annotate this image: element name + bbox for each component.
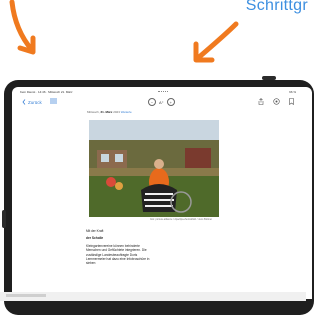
bookmark-icon[interactable] — [289, 98, 294, 106]
article-paragraph: Kleingartenvereine können behinderte Men… — [86, 243, 150, 266]
article-body: Mit der Kraft der Scholle Kleingartenver… — [86, 229, 154, 269]
text-size-label: A⁺ — [159, 99, 164, 105]
date-suffix: 2023 — [113, 110, 120, 114]
bottom-strip — [0, 292, 306, 301]
article-photo — [89, 120, 219, 217]
battery-text: 96 % — [289, 90, 296, 94]
settings-icon[interactable] — [273, 98, 280, 106]
tablet-button — [2, 210, 6, 228]
multitasking-dots[interactable] — [158, 91, 168, 94]
plus-circle-icon[interactable]: + — [166, 98, 175, 106]
reader-toolbar: Zurück − A⁺ + — [12, 96, 312, 108]
status-left-text: Kein Dienst · 14:46 · Mittwoch 21. März — [20, 90, 73, 94]
date-strong: 21. März — [100, 110, 113, 114]
list-icon[interactable] — [50, 98, 57, 105]
date-link[interactable]: Weiterle — [121, 110, 132, 114]
text-size-controls: − A⁺ + — [148, 98, 175, 106]
arrow-annotation-icon — [193, 21, 239, 63]
back-button[interactable]: Zurück — [22, 99, 42, 106]
article-date: Mittwoch, 21. März 2023 Weiterle — [87, 110, 132, 114]
tablet-button — [262, 76, 276, 80]
photo-caption: foto: picture-alliance / dpa/dpa-Zentral… — [150, 218, 213, 221]
heading-text: Schrittgr — [245, 0, 308, 14]
status-bar: Kein Dienst · 14:46 · Mittwoch 21. März … — [12, 89, 312, 96]
arrow-annotation-icon — [9, 0, 36, 55]
minus-circle-icon[interactable]: − — [148, 98, 156, 106]
tablet-screen: Kein Dienst · 14:46 · Mittwoch 21. März … — [12, 87, 312, 299]
right-toolbar — [258, 98, 294, 106]
chevron-left-icon — [22, 99, 26, 106]
share-icon[interactable] — [258, 98, 264, 106]
article-line: der Scholle — [86, 236, 104, 241]
article-line: Mit der Kraft — [86, 229, 104, 233]
back-label: Zurück — [28, 100, 42, 105]
date-prefix: Mittwoch, — [87, 110, 100, 114]
